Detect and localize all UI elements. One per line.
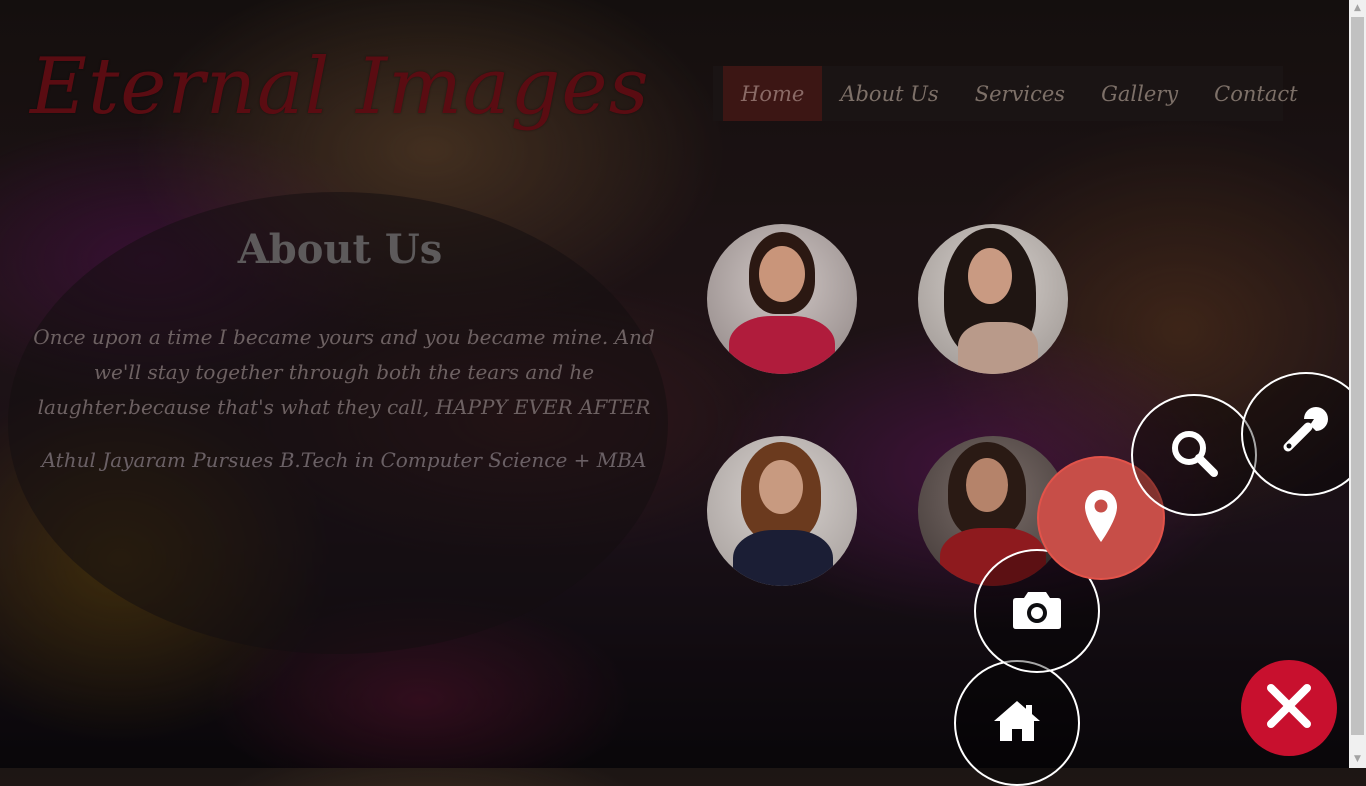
about-title: About Us [237,226,443,273]
gallery-photo-1[interactable] [707,224,857,374]
wrench-icon [1278,407,1328,461]
about-text: Once upon a time I became yours and you … [33,325,655,419]
scroll-down-arrow-icon[interactable]: ▼ [1349,751,1366,768]
gallery-photo-3[interactable] [707,436,857,586]
nav-item-services[interactable]: Services [957,66,1083,121]
nav-item-contact[interactable]: Contact [1196,66,1315,121]
about-subtitle: Athul Jayaram Pursues B.Tech in Computer… [41,448,647,472]
nav-item-home[interactable]: Home [723,66,823,121]
scrollbar-thumb[interactable] [1351,17,1364,735]
camera-icon [1012,588,1062,634]
scroll-up-arrow-icon[interactable]: ▲ [1349,0,1366,17]
gallery-photo-2[interactable] [918,224,1068,374]
close-icon [1266,683,1312,733]
page-scrollbar[interactable]: ▲ ▼ [1349,0,1366,768]
nav-item-gallery[interactable]: Gallery [1083,66,1196,121]
fab-search-button[interactable] [1131,394,1257,516]
fab-settings-button[interactable] [1241,372,1366,496]
nav-item-about-us[interactable]: About Us [822,66,956,121]
map-pin-icon [1083,488,1119,548]
home-icon [992,699,1042,747]
fab-home-button[interactable] [954,660,1080,786]
main-nav: Home About Us Services Gallery Contact [713,66,1298,121]
search-icon [1169,428,1219,482]
fab-close-button[interactable] [1241,660,1337,756]
site-logo[interactable]: Eternal Images [30,42,650,132]
